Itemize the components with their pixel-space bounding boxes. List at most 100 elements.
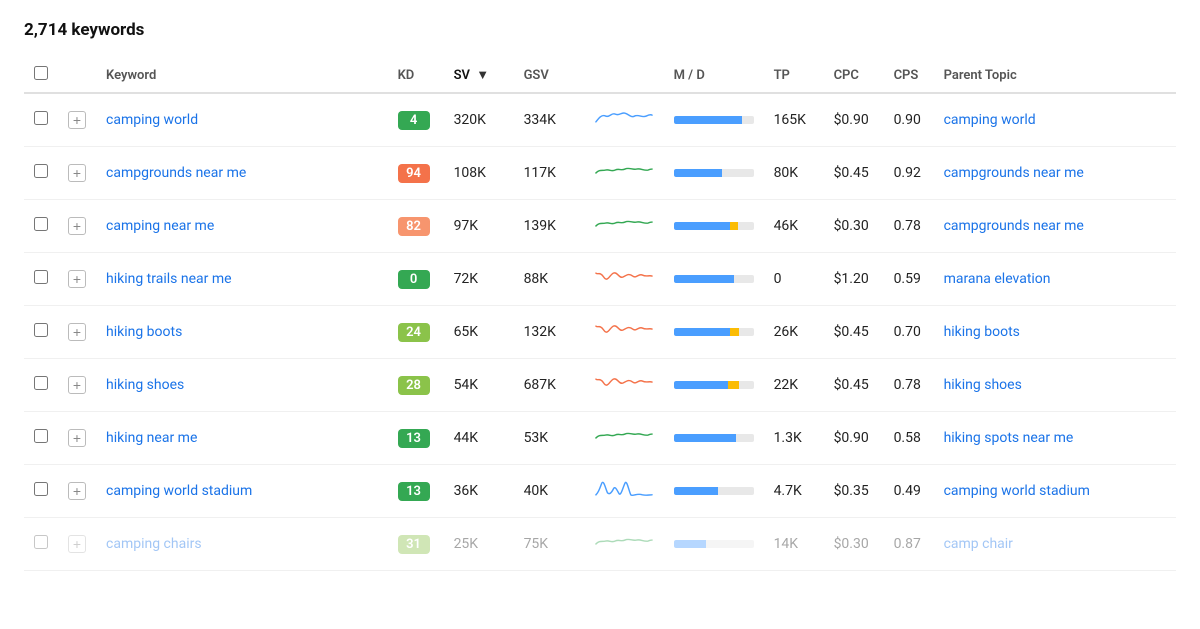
table-row: + camping world 4 320K 334K 165K $0.90 0… <box>24 93 1176 147</box>
gsv-cell: 334K <box>514 93 584 147</box>
trend-cell <box>584 412 664 465</box>
keyword-link[interactable]: hiking trails near me <box>106 271 232 287</box>
cps-cell: 0.78 <box>884 359 934 412</box>
parent-topic-link[interactable]: campgrounds near me <box>944 165 1104 181</box>
gsv-cell: 117K <box>514 147 584 200</box>
gsv-cell: 53K <box>514 412 584 465</box>
header-tp[interactable]: TP <box>764 58 824 93</box>
kd-badge: 4 <box>398 111 430 130</box>
parent-topic-link[interactable]: hiking spots near me <box>944 430 1104 446</box>
parent-topic-link[interactable]: hiking boots <box>944 324 1104 340</box>
md-cell <box>664 200 764 253</box>
parent-topic-link[interactable]: camping world <box>944 112 1104 128</box>
row-checkbox-cell <box>24 465 58 518</box>
keyword-link[interactable]: camping world stadium <box>106 483 252 499</box>
sv-cell: 72K <box>444 253 514 306</box>
keyword-link[interactable]: hiking boots <box>106 324 182 340</box>
cps-cell: 0.87 <box>884 518 934 571</box>
md-bar <box>674 169 754 177</box>
keyword-link[interactable]: hiking shoes <box>106 377 184 393</box>
add-keyword-button[interactable]: + <box>68 111 86 129</box>
row-add-cell: + <box>58 518 96 571</box>
row-checkbox[interactable] <box>34 270 48 284</box>
table-header-row: Keyword KD SV ▼ GSV M / D TP CPC CPS Par… <box>24 58 1176 93</box>
tp-cell: 4.7K <box>764 465 824 518</box>
parent-topic-link[interactable]: marana elevation <box>944 271 1104 287</box>
parent-topic-link[interactable]: hiking shoes <box>944 377 1104 393</box>
cpc-cell: $1.20 <box>824 253 884 306</box>
parent-topic-link[interactable]: camp chair <box>944 536 1104 552</box>
row-add-cell: + <box>58 200 96 253</box>
sv-cell: 97K <box>444 200 514 253</box>
table-row: + hiking trails near me 0 72K 88K 0 $1.2… <box>24 253 1176 306</box>
add-keyword-button[interactable]: + <box>68 376 86 394</box>
add-keyword-button[interactable]: + <box>68 482 86 500</box>
row-checkbox[interactable] <box>34 323 48 337</box>
kd-badge: 31 <box>398 535 430 554</box>
parent-topic-link[interactable]: camping world stadium <box>944 483 1104 499</box>
row-checkbox[interactable] <box>34 535 48 549</box>
keyword-link[interactable]: camping chairs <box>106 536 202 552</box>
cpc-cell: $0.30 <box>824 200 884 253</box>
row-checkbox[interactable] <box>34 164 48 178</box>
header-kd[interactable]: KD <box>388 58 444 93</box>
keyword-cell: camping world stadium <box>96 465 388 518</box>
keyword-link[interactable]: hiking near me <box>106 430 197 446</box>
cpc-cell: $0.90 <box>824 93 884 147</box>
keyword-cell: hiking shoes <box>96 359 388 412</box>
add-keyword-button[interactable]: + <box>68 164 86 182</box>
cpc-cell: $0.45 <box>824 359 884 412</box>
row-checkbox[interactable] <box>34 111 48 125</box>
row-checkbox-cell <box>24 253 58 306</box>
header-parent[interactable]: Parent Topic <box>934 58 1176 93</box>
keyword-link[interactable]: camping world <box>106 112 198 128</box>
row-checkbox[interactable] <box>34 217 48 231</box>
kd-badge: 28 <box>398 376 430 395</box>
add-keyword-button[interactable]: + <box>68 217 86 235</box>
row-add-cell: + <box>58 359 96 412</box>
keyword-link[interactable]: campgrounds near me <box>106 165 246 181</box>
row-add-cell: + <box>58 93 96 147</box>
table-row: + hiking boots 24 65K 132K 26K $0.45 0.7… <box>24 306 1176 359</box>
kd-cell: 24 <box>388 306 444 359</box>
row-checkbox[interactable] <box>34 482 48 496</box>
kd-badge: 24 <box>398 323 430 342</box>
keyword-cell: camping near me <box>96 200 388 253</box>
add-keyword-button[interactable]: + <box>68 323 86 341</box>
table-row: + hiking shoes 28 54K 687K 22K $0.45 0.7… <box>24 359 1176 412</box>
row-checkbox-cell <box>24 200 58 253</box>
parent-topic-cell: hiking boots <box>934 306 1176 359</box>
row-checkbox[interactable] <box>34 376 48 390</box>
cpc-cell: $0.30 <box>824 518 884 571</box>
add-keyword-button[interactable]: + <box>68 535 86 553</box>
parent-topic-cell: camp chair <box>934 518 1176 571</box>
trend-cell <box>584 200 664 253</box>
header-trend <box>584 58 664 93</box>
cpc-cell: $0.90 <box>824 412 884 465</box>
sort-arrow-icon: ▼ <box>476 67 489 83</box>
add-keyword-button[interactable]: + <box>68 270 86 288</box>
header-md[interactable]: M / D <box>664 58 764 93</box>
keyword-link[interactable]: camping near me <box>106 218 214 234</box>
sv-cell: 44K <box>444 412 514 465</box>
row-checkbox[interactable] <box>34 429 48 443</box>
parent-topic-cell: camping world <box>934 93 1176 147</box>
trend-cell <box>584 147 664 200</box>
md-bar <box>674 275 754 283</box>
cps-cell: 0.78 <box>884 200 934 253</box>
gsv-cell: 132K <box>514 306 584 359</box>
keyword-cell: hiking trails near me <box>96 253 388 306</box>
header-sv[interactable]: SV ▼ <box>444 58 514 93</box>
parent-topic-link[interactable]: campgrounds near me <box>944 218 1104 234</box>
add-keyword-button[interactable]: + <box>68 429 86 447</box>
md-bar <box>674 434 754 442</box>
select-all-checkbox[interactable] <box>34 66 48 80</box>
kd-cell: 13 <box>388 465 444 518</box>
header-gsv[interactable]: GSV <box>514 58 584 93</box>
kd-cell: 82 <box>388 200 444 253</box>
header-cpc[interactable]: CPC <box>824 58 884 93</box>
md-bar <box>674 328 754 336</box>
header-cps[interactable]: CPS <box>884 58 934 93</box>
row-add-cell: + <box>58 147 96 200</box>
kd-badge: 94 <box>398 164 430 183</box>
